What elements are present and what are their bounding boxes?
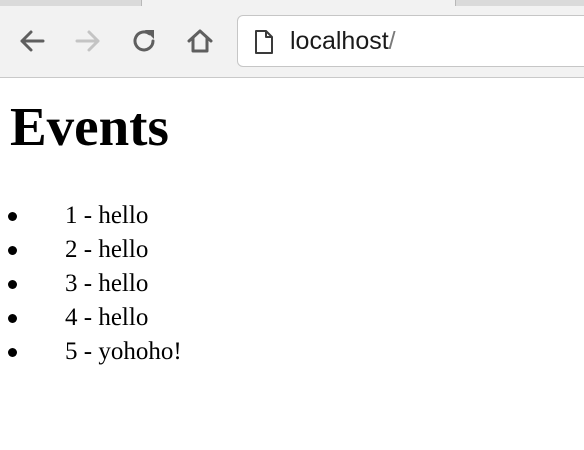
forward-arrow-icon xyxy=(75,30,100,52)
bullet-icon xyxy=(8,348,17,357)
reload-icon xyxy=(133,30,155,52)
home-button[interactable] xyxy=(183,24,217,58)
event-text: 2 - hello xyxy=(65,236,149,263)
page-content: Events 1 - hello 2 - hello 3 - hello 4 -… xyxy=(0,79,584,450)
bullet-icon xyxy=(8,212,17,221)
event-text: 4 - hello xyxy=(65,304,149,331)
forward-button[interactable] xyxy=(71,24,105,58)
url-text: localhost/ xyxy=(290,27,396,56)
event-text: 1 - hello xyxy=(65,202,149,229)
event-text: 3 - hello xyxy=(65,270,149,297)
page-title: Events xyxy=(10,96,169,157)
bullet-icon xyxy=(8,314,17,323)
browser-toolbar: localhost/ xyxy=(0,6,584,78)
bullet-icon xyxy=(8,246,17,255)
address-bar[interactable]: localhost/ xyxy=(237,15,584,67)
url-path: / xyxy=(388,27,396,55)
event-text: 5 - yohoho! xyxy=(65,338,182,365)
page-icon xyxy=(255,30,273,54)
back-button[interactable] xyxy=(15,24,49,58)
home-icon xyxy=(187,29,213,53)
bullet-icon xyxy=(8,280,17,289)
url-host: localhost xyxy=(290,27,389,55)
back-arrow-icon xyxy=(20,30,45,52)
reload-button[interactable] xyxy=(127,24,161,58)
